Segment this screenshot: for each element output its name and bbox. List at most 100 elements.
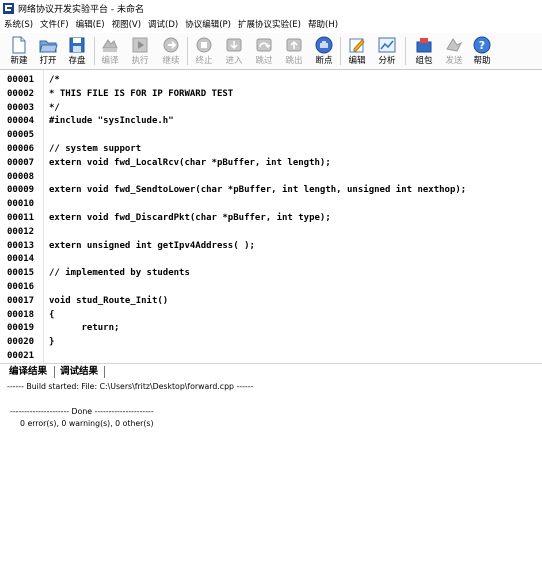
code-editor[interactable]: 00001 /* 00002 * THIS FILE IS FOR IP FORWAR…: [0, 70, 542, 363]
packet-icon: [416, 38, 432, 53]
code-text: extern void fwd_DiscardPkt(char *pBuffer…: [49, 213, 331, 223]
edit-pencil-icon: [349, 38, 365, 53]
packet-label: 组包: [415, 56, 433, 66]
compile-button[interactable]: 编译: [97, 35, 123, 67]
breakpoint-hand-icon: [315, 36, 333, 54]
line-number: 00001: [7, 75, 35, 85]
help-label: 帮助: [473, 56, 491, 66]
menu-help[interactable]: 帮助(H): [304, 18, 341, 30]
edit-label: 编辑: [348, 56, 366, 66]
edit-button[interactable]: 编辑: [344, 35, 370, 67]
code-text: }: [49, 337, 55, 348]
code-text: #include "sysInclude.h": [49, 116, 174, 127]
code-text: // implemented by students: [49, 268, 190, 279]
code-text: extern unsigned int getIpv4Address( );: [49, 240, 255, 251]
code-text: void stud_Route_Init(): [49, 295, 169, 306]
line-number: 00009: [7, 185, 35, 196]
output-panel[interactable]: ------ Build started: File: C:\Users\fri…: [0, 380, 542, 583]
line-number: 00017: [7, 295, 35, 306]
app-icon: [3, 2, 14, 14]
compile-icon: [102, 39, 118, 52]
save-button[interactable]: 存盘: [64, 35, 90, 67]
help-button[interactable]: ? 帮助: [469, 35, 495, 67]
menu-bar: 系统(S) 文件(F) 编辑(E) 视图(V) 调试(D) 协议编辑(P) 扩展…: [0, 16, 542, 32]
stop-button[interactable]: 终止: [191, 35, 217, 67]
step-over-button[interactable]: 跳过: [251, 35, 277, 67]
packet-button[interactable]: 组包: [411, 35, 437, 67]
send-button[interactable]: 发送: [441, 35, 467, 67]
line-number: 00021: [7, 351, 35, 361]
save-label: 存盘: [68, 56, 86, 66]
line-number: 00002: [7, 88, 35, 99]
tab-divider: [104, 366, 105, 378]
toolbar: 新建 打开 存盘 编译 执行 继续 终止 进入 跳过 跳出 断点 编辑 分析 组…: [0, 33, 542, 70]
line-number: 00005: [7, 130, 35, 141]
run-icon: [132, 37, 148, 53]
line-number: 00016: [7, 282, 35, 292]
code-text: return;: [49, 323, 120, 334]
continue-icon: [163, 37, 179, 53]
breakpoint-button[interactable]: 断点: [311, 35, 337, 67]
run-button[interactable]: 执行: [127, 35, 153, 67]
code-text: extern void fwd_LocalRcv(char *pBuffer, …: [49, 157, 331, 168]
line-number: 00018: [7, 309, 35, 320]
step-into-icon: [226, 38, 242, 52]
tab-compile-result[interactable]: 编译结果: [6, 365, 51, 379]
continue-label: 继续: [162, 56, 180, 66]
analyze-button[interactable]: 分析: [374, 35, 400, 67]
code-text: * THIS FILE IS FOR IP FORWARD TEST: [49, 88, 234, 99]
tab-divider: [54, 366, 55, 378]
continue-button[interactable]: 继续: [158, 35, 184, 67]
menu-view[interactable]: 视图(V): [108, 18, 144, 30]
output-line: --------------------- Done -------------…: [10, 407, 154, 416]
step-into-button[interactable]: 进入: [221, 35, 247, 67]
line-number: 00010: [7, 199, 35, 210]
line-number: 00008: [7, 171, 35, 182]
help-question-icon: ?: [473, 36, 491, 54]
line-number: 00003: [7, 102, 35, 113]
line-number: 00011: [7, 213, 35, 223]
new-button[interactable]: 新建: [6, 35, 32, 67]
step-over-label: 跳过: [255, 56, 273, 66]
menu-protocol-edit[interactable]: 协议编辑(P): [181, 18, 234, 30]
window-title: 网络协议开发实验平台 - 未命名: [18, 4, 144, 15]
menu-debug[interactable]: 调试(D): [144, 18, 181, 30]
line-number: 00013: [7, 240, 35, 251]
step-over-icon: [256, 38, 272, 52]
toolbar-separator: [94, 37, 95, 65]
new-file-icon: [12, 36, 26, 54]
output-line: ------ Build started: File: C:\Users\fri…: [7, 382, 254, 391]
title-bar: 网络协议开发实验平台 - 未命名: [0, 0, 542, 16]
send-icon: [446, 38, 463, 52]
step-out-icon: [286, 38, 302, 52]
tab-debug-result[interactable]: 调试结果: [57, 365, 101, 379]
step-out-button[interactable]: 跳出: [281, 35, 307, 67]
line-number: 00012: [7, 226, 35, 237]
analyze-chart-icon: [378, 37, 396, 53]
toolbar-separator: [405, 37, 406, 65]
code-text: // system support: [49, 144, 142, 154]
open-button[interactable]: 打开: [35, 35, 61, 67]
line-number: 00015: [7, 268, 35, 279]
breakpoint-label: 断点: [315, 56, 333, 66]
line-number: 00020: [7, 337, 35, 348]
code-text: /*: [49, 75, 60, 85]
code-text: */: [49, 102, 60, 113]
stop-label: 终止: [195, 56, 213, 66]
line-number: 00007: [7, 157, 35, 168]
new-label: 新建: [10, 56, 28, 66]
output-tabs: 编译结果 调试结果: [0, 363, 542, 381]
toolbar-separator: [340, 37, 341, 65]
menu-system[interactable]: 系统(S): [0, 18, 36, 30]
menu-edit[interactable]: 编辑(E): [72, 18, 108, 30]
menu-file[interactable]: 文件(F): [36, 18, 72, 30]
line-number: 00004: [7, 116, 35, 127]
send-label: 发送: [445, 56, 463, 66]
compile-label: 编译: [101, 56, 119, 66]
menu-extended-protocol[interactable]: 扩展协议实验(E): [234, 18, 304, 30]
step-out-label: 跳出: [285, 56, 303, 66]
line-number: 00006: [7, 144, 35, 154]
stop-icon: [196, 37, 212, 53]
line-number: 00019: [7, 323, 35, 334]
code-text: {: [49, 309, 55, 320]
